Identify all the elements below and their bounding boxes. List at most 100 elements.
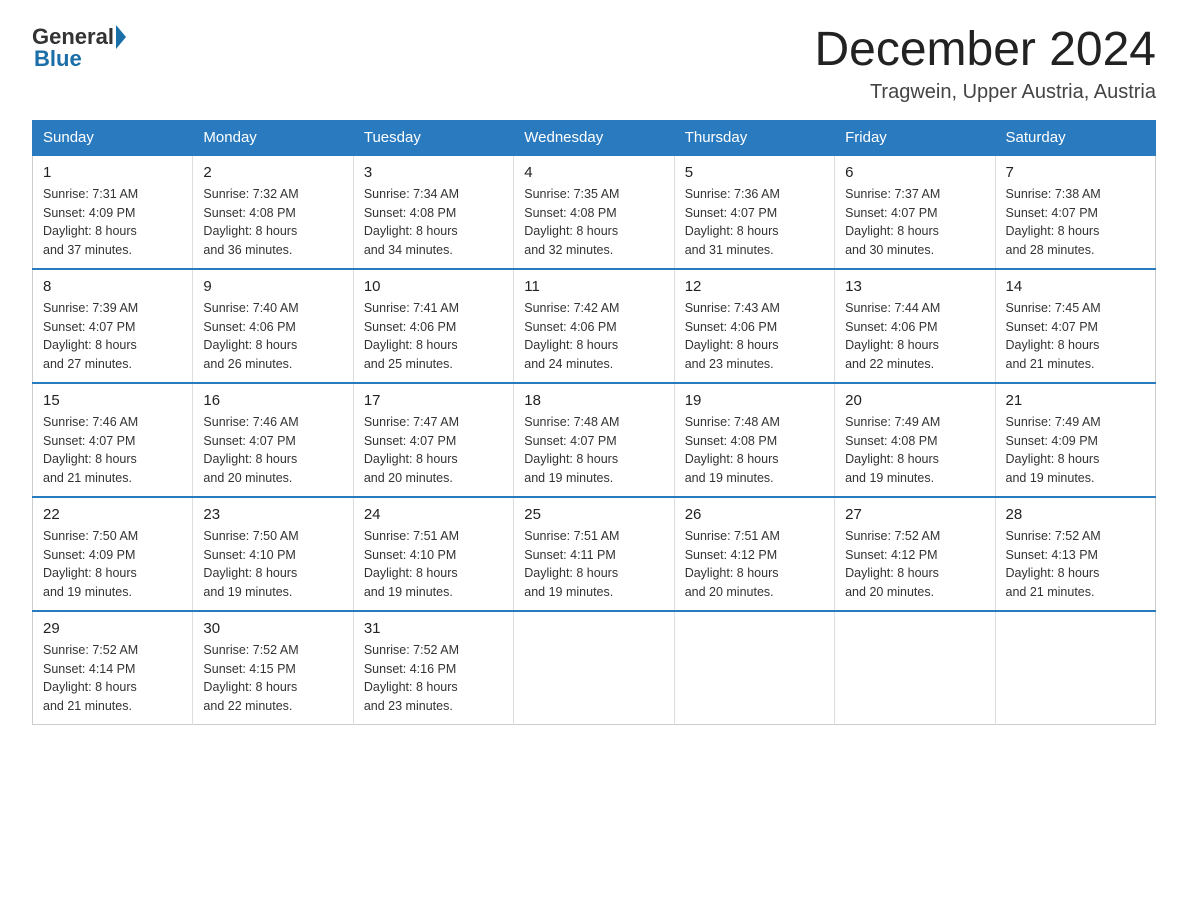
day-info: Sunrise: 7:36 AM Sunset: 4:07 PM Dayligh… xyxy=(685,185,824,260)
calendar-cell: 6 Sunrise: 7:37 AM Sunset: 4:07 PM Dayli… xyxy=(835,155,995,269)
day-info: Sunrise: 7:46 AM Sunset: 4:07 PM Dayligh… xyxy=(203,413,342,488)
calendar-cell: 23 Sunrise: 7:50 AM Sunset: 4:10 PM Dayl… xyxy=(193,497,353,611)
calendar-cell: 20 Sunrise: 7:49 AM Sunset: 4:08 PM Dayl… xyxy=(835,383,995,497)
day-number: 4 xyxy=(524,164,663,181)
day-info: Sunrise: 7:52 AM Sunset: 4:15 PM Dayligh… xyxy=(203,641,342,716)
calendar-cell: 17 Sunrise: 7:47 AM Sunset: 4:07 PM Dayl… xyxy=(353,383,513,497)
day-info: Sunrise: 7:34 AM Sunset: 4:08 PM Dayligh… xyxy=(364,185,503,260)
calendar-cell: 30 Sunrise: 7:52 AM Sunset: 4:15 PM Dayl… xyxy=(193,611,353,725)
calendar-cell xyxy=(995,611,1155,725)
location-title: Tragwein, Upper Austria, Austria xyxy=(814,81,1156,104)
calendar-cell: 28 Sunrise: 7:52 AM Sunset: 4:13 PM Dayl… xyxy=(995,497,1155,611)
day-number: 7 xyxy=(1006,164,1145,181)
day-number: 8 xyxy=(43,278,182,295)
day-number: 17 xyxy=(364,392,503,409)
day-number: 29 xyxy=(43,620,182,637)
logo: General Blue xyxy=(32,24,128,72)
week-row-5: 29 Sunrise: 7:52 AM Sunset: 4:14 PM Dayl… xyxy=(33,611,1156,725)
logo-blue-text: Blue xyxy=(32,46,82,72)
day-number: 16 xyxy=(203,392,342,409)
calendar-cell: 15 Sunrise: 7:46 AM Sunset: 4:07 PM Dayl… xyxy=(33,383,193,497)
day-info: Sunrise: 7:50 AM Sunset: 4:10 PM Dayligh… xyxy=(203,527,342,602)
calendar-cell: 9 Sunrise: 7:40 AM Sunset: 4:06 PM Dayli… xyxy=(193,269,353,383)
calendar-cell xyxy=(674,611,834,725)
week-row-4: 22 Sunrise: 7:50 AM Sunset: 4:09 PM Dayl… xyxy=(33,497,1156,611)
day-info: Sunrise: 7:49 AM Sunset: 4:09 PM Dayligh… xyxy=(1006,413,1145,488)
calendar-cell: 27 Sunrise: 7:52 AM Sunset: 4:12 PM Dayl… xyxy=(835,497,995,611)
day-number: 21 xyxy=(1006,392,1145,409)
day-number: 30 xyxy=(203,620,342,637)
calendar-cell: 31 Sunrise: 7:52 AM Sunset: 4:16 PM Dayl… xyxy=(353,611,513,725)
week-row-1: 1 Sunrise: 7:31 AM Sunset: 4:09 PM Dayli… xyxy=(33,155,1156,269)
day-number: 27 xyxy=(845,506,984,523)
day-info: Sunrise: 7:31 AM Sunset: 4:09 PM Dayligh… xyxy=(43,185,182,260)
day-number: 28 xyxy=(1006,506,1145,523)
calendar-cell: 29 Sunrise: 7:52 AM Sunset: 4:14 PM Dayl… xyxy=(33,611,193,725)
day-number: 19 xyxy=(685,392,824,409)
day-info: Sunrise: 7:44 AM Sunset: 4:06 PM Dayligh… xyxy=(845,299,984,374)
weekday-header-tuesday: Tuesday xyxy=(353,120,513,155)
day-number: 18 xyxy=(524,392,663,409)
calendar-cell: 10 Sunrise: 7:41 AM Sunset: 4:06 PM Dayl… xyxy=(353,269,513,383)
day-number: 15 xyxy=(43,392,182,409)
calendar-cell: 21 Sunrise: 7:49 AM Sunset: 4:09 PM Dayl… xyxy=(995,383,1155,497)
day-number: 11 xyxy=(524,278,663,295)
calendar-cell: 18 Sunrise: 7:48 AM Sunset: 4:07 PM Dayl… xyxy=(514,383,674,497)
day-number: 1 xyxy=(43,164,182,181)
day-number: 22 xyxy=(43,506,182,523)
day-info: Sunrise: 7:52 AM Sunset: 4:12 PM Dayligh… xyxy=(845,527,984,602)
calendar-cell xyxy=(835,611,995,725)
day-info: Sunrise: 7:37 AM Sunset: 4:07 PM Dayligh… xyxy=(845,185,984,260)
day-info: Sunrise: 7:47 AM Sunset: 4:07 PM Dayligh… xyxy=(364,413,503,488)
day-info: Sunrise: 7:45 AM Sunset: 4:07 PM Dayligh… xyxy=(1006,299,1145,374)
day-number: 6 xyxy=(845,164,984,181)
day-info: Sunrise: 7:51 AM Sunset: 4:10 PM Dayligh… xyxy=(364,527,503,602)
calendar-cell: 5 Sunrise: 7:36 AM Sunset: 4:07 PM Dayli… xyxy=(674,155,834,269)
day-number: 5 xyxy=(685,164,824,181)
calendar-cell: 16 Sunrise: 7:46 AM Sunset: 4:07 PM Dayl… xyxy=(193,383,353,497)
day-info: Sunrise: 7:52 AM Sunset: 4:14 PM Dayligh… xyxy=(43,641,182,716)
calendar-cell: 12 Sunrise: 7:43 AM Sunset: 4:06 PM Dayl… xyxy=(674,269,834,383)
day-info: Sunrise: 7:48 AM Sunset: 4:07 PM Dayligh… xyxy=(524,413,663,488)
calendar-table: SundayMondayTuesdayWednesdayThursdayFrid… xyxy=(32,120,1156,725)
calendar-cell: 22 Sunrise: 7:50 AM Sunset: 4:09 PM Dayl… xyxy=(33,497,193,611)
day-info: Sunrise: 7:52 AM Sunset: 4:16 PM Dayligh… xyxy=(364,641,503,716)
day-info: Sunrise: 7:40 AM Sunset: 4:06 PM Dayligh… xyxy=(203,299,342,374)
day-info: Sunrise: 7:43 AM Sunset: 4:06 PM Dayligh… xyxy=(685,299,824,374)
day-number: 23 xyxy=(203,506,342,523)
day-info: Sunrise: 7:38 AM Sunset: 4:07 PM Dayligh… xyxy=(1006,185,1145,260)
day-number: 24 xyxy=(364,506,503,523)
weekday-header-sunday: Sunday xyxy=(33,120,193,155)
day-info: Sunrise: 7:51 AM Sunset: 4:12 PM Dayligh… xyxy=(685,527,824,602)
calendar-cell: 2 Sunrise: 7:32 AM Sunset: 4:08 PM Dayli… xyxy=(193,155,353,269)
week-row-3: 15 Sunrise: 7:46 AM Sunset: 4:07 PM Dayl… xyxy=(33,383,1156,497)
logo-arrow-icon xyxy=(116,25,126,49)
day-number: 10 xyxy=(364,278,503,295)
day-info: Sunrise: 7:35 AM Sunset: 4:08 PM Dayligh… xyxy=(524,185,663,260)
day-number: 12 xyxy=(685,278,824,295)
day-number: 20 xyxy=(845,392,984,409)
title-area: December 2024 Tragwein, Upper Austria, A… xyxy=(814,24,1156,104)
weekday-header-friday: Friday xyxy=(835,120,995,155)
day-number: 31 xyxy=(364,620,503,637)
calendar-cell: 7 Sunrise: 7:38 AM Sunset: 4:07 PM Dayli… xyxy=(995,155,1155,269)
calendar-cell: 11 Sunrise: 7:42 AM Sunset: 4:06 PM Dayl… xyxy=(514,269,674,383)
day-number: 3 xyxy=(364,164,503,181)
weekday-header-saturday: Saturday xyxy=(995,120,1155,155)
day-info: Sunrise: 7:41 AM Sunset: 4:06 PM Dayligh… xyxy=(364,299,503,374)
calendar-cell: 4 Sunrise: 7:35 AM Sunset: 4:08 PM Dayli… xyxy=(514,155,674,269)
calendar-cell: 13 Sunrise: 7:44 AM Sunset: 4:06 PM Dayl… xyxy=(835,269,995,383)
day-number: 2 xyxy=(203,164,342,181)
calendar-cell: 3 Sunrise: 7:34 AM Sunset: 4:08 PM Dayli… xyxy=(353,155,513,269)
calendar-cell xyxy=(514,611,674,725)
calendar-cell: 24 Sunrise: 7:51 AM Sunset: 4:10 PM Dayl… xyxy=(353,497,513,611)
calendar-cell: 14 Sunrise: 7:45 AM Sunset: 4:07 PM Dayl… xyxy=(995,269,1155,383)
calendar-cell: 26 Sunrise: 7:51 AM Sunset: 4:12 PM Dayl… xyxy=(674,497,834,611)
day-number: 13 xyxy=(845,278,984,295)
page-header: General Blue December 2024 Tragwein, Upp… xyxy=(32,24,1156,104)
day-info: Sunrise: 7:49 AM Sunset: 4:08 PM Dayligh… xyxy=(845,413,984,488)
weekday-header-thursday: Thursday xyxy=(674,120,834,155)
calendar-cell: 8 Sunrise: 7:39 AM Sunset: 4:07 PM Dayli… xyxy=(33,269,193,383)
day-number: 25 xyxy=(524,506,663,523)
day-number: 26 xyxy=(685,506,824,523)
